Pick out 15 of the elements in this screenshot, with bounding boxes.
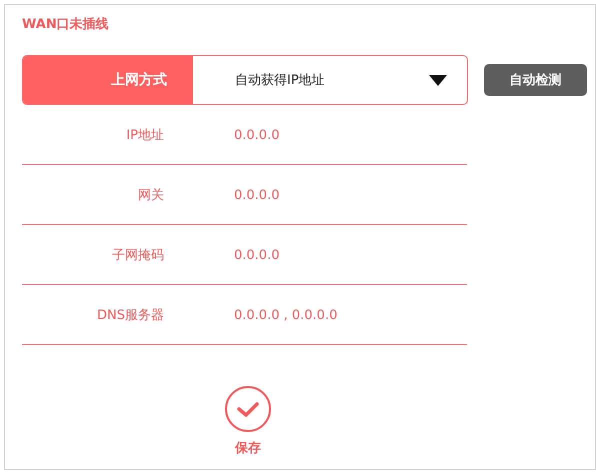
field-label: IP地址	[126, 127, 164, 144]
select-label: 上网方式	[23, 56, 193, 104]
field-label: DNS服务器	[97, 307, 164, 324]
field-value: 0.0.0.0 , 0.0.0.0	[234, 308, 338, 322]
check-circle-icon	[224, 385, 272, 433]
field-value: 0.0.0.0	[234, 128, 280, 142]
field-value: 0.0.0.0	[234, 248, 280, 262]
field-value: 0.0.0.0	[234, 188, 280, 202]
dropdown-value[interactable]: 自动获得IP地址	[193, 56, 467, 104]
section-title: WAN口未插线	[22, 16, 109, 33]
field-label: 网关	[138, 187, 164, 204]
caret-icon	[429, 74, 447, 86]
connection-type-select[interactable]: 上网方式 自动获得IP地址	[22, 55, 468, 105]
auto-detect-button[interactable]: 自动检测	[484, 64, 587, 96]
field-label: 子网掩码	[112, 247, 164, 264]
